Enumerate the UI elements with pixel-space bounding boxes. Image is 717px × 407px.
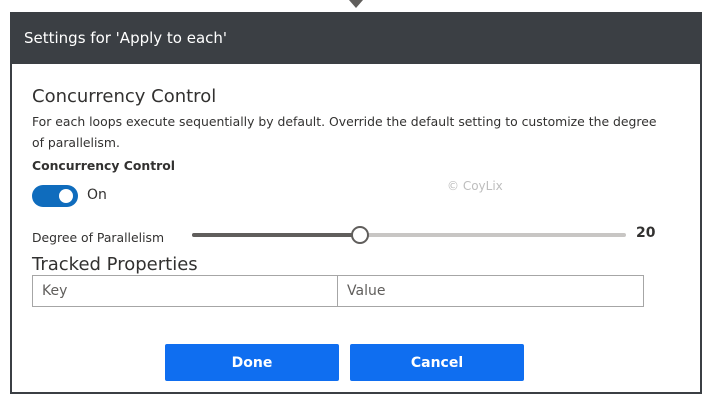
parallelism-slider[interactable] <box>192 226 626 244</box>
key-input[interactable] <box>32 275 338 307</box>
parallelism-value: 20 <box>636 225 656 241</box>
dialog-title: Settings for 'Apply to each' <box>24 29 228 47</box>
done-button[interactable]: Done <box>165 344 339 381</box>
concurrency-toggle[interactable] <box>32 185 78 207</box>
dialog-header: Settings for 'Apply to each' <box>12 12 700 64</box>
slider-thumb[interactable] <box>351 226 370 244</box>
cancel-button[interactable]: Cancel <box>350 344 524 381</box>
parallelism-label: Degree of Parallelism <box>32 230 165 245</box>
watermark: © CoyLix <box>447 179 503 193</box>
value-input[interactable] <box>338 275 644 307</box>
slider-fill <box>192 233 361 237</box>
tracked-properties-title: Tracked Properties <box>32 254 198 275</box>
concurrency-section-title: Concurrency Control <box>32 86 217 107</box>
concurrency-description: For each loops execute sequentially by d… <box>32 114 657 150</box>
settings-dialog: Settings for 'Apply to each' Concurrency… <box>10 12 702 394</box>
tracked-properties-row <box>32 275 644 307</box>
toggle-state-label: On <box>87 187 107 203</box>
caret-down-icon <box>349 0 363 8</box>
concurrency-field-label: Concurrency Control <box>32 158 175 173</box>
toggle-knob <box>59 189 73 203</box>
